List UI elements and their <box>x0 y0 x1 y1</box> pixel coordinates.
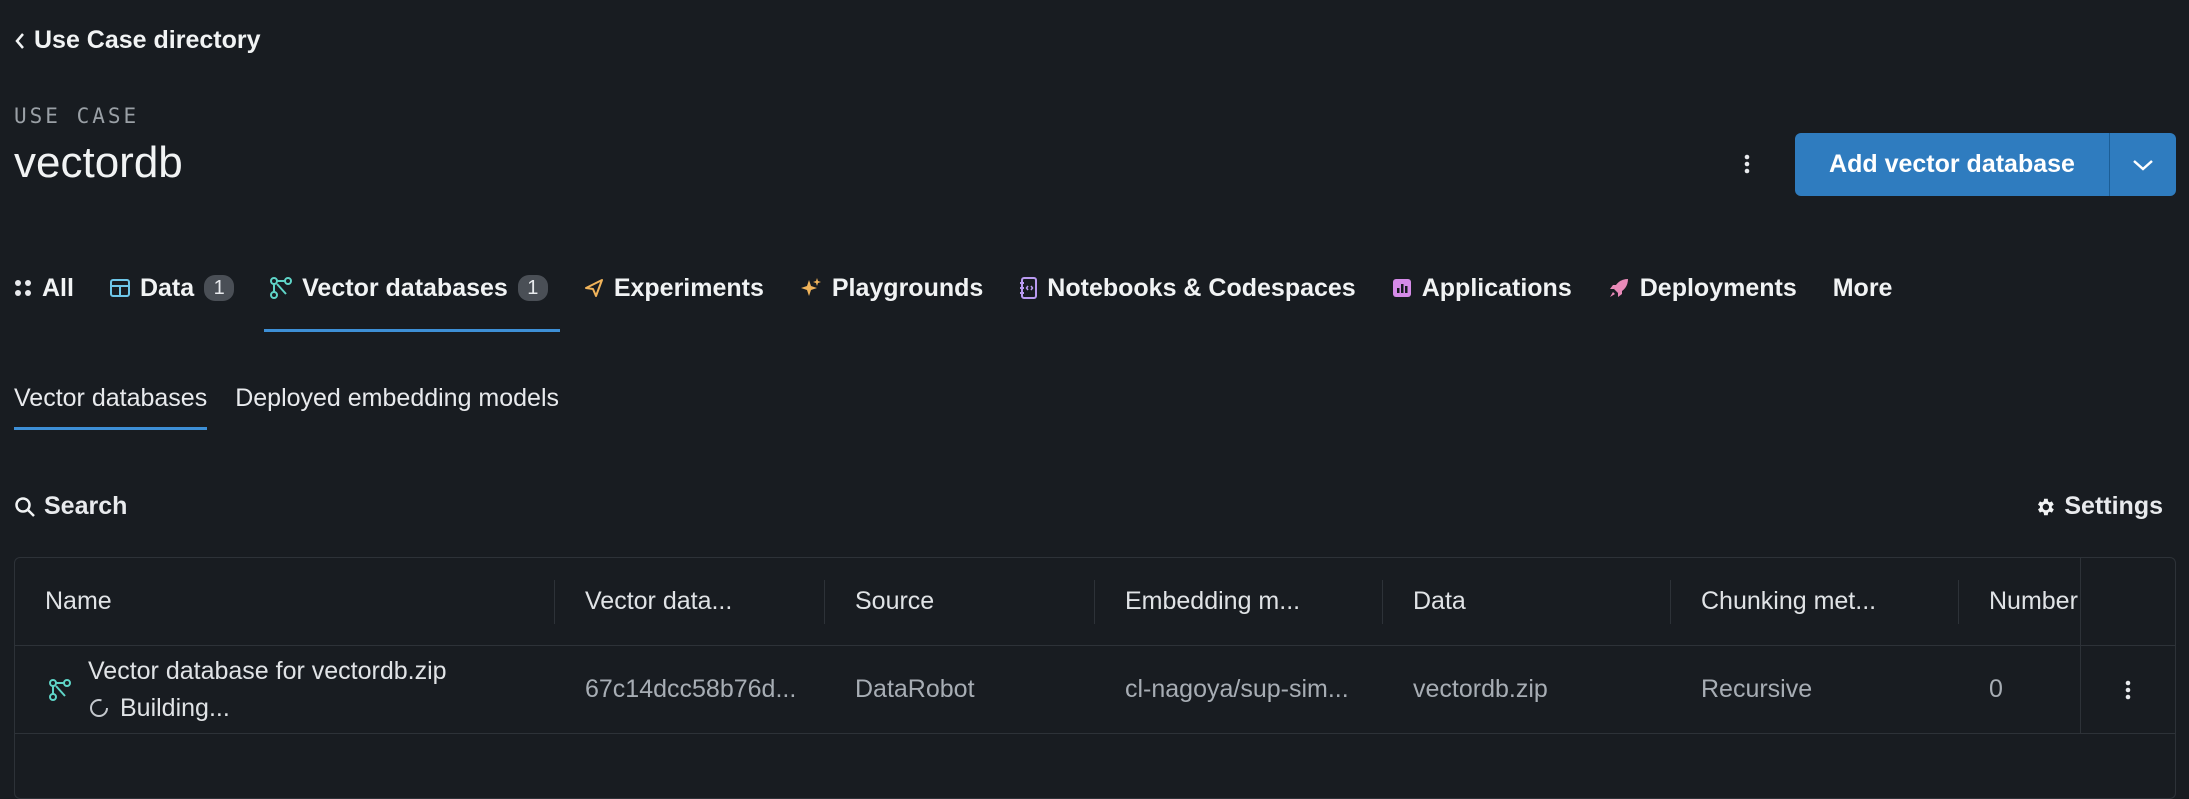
column-header-data[interactable]: Data <box>1413 558 1663 645</box>
more-options-button[interactable] <box>1733 148 1761 180</box>
gear-icon <box>2038 498 2055 515</box>
rocket-icon <box>1609 279 1628 297</box>
column-divider[interactable] <box>824 580 825 624</box>
tab-all[interactable]: All <box>14 264 74 312</box>
chunking-method-cell: Recursive <box>1701 675 1813 703</box>
grid-dots-icon <box>15 280 31 296</box>
tab-label: Notebooks & Codespaces <box>1047 273 1356 302</box>
spinner-icon <box>90 699 108 717</box>
vector-db-icon <box>49 678 71 701</box>
back-link-label: Use Case directory <box>34 26 261 54</box>
vector-db-name[interactable]: Vector database for vectordb.zip <box>88 657 447 686</box>
settings-button[interactable]: Settings <box>2034 492 2163 521</box>
number-cell: 0 <box>1989 675 2003 703</box>
tab-label: Deployments <box>1639 273 1797 302</box>
chevron-left-icon <box>15 32 24 49</box>
tab-notebooks-codespaces[interactable]: Notebooks & Codespaces <box>1019 264 1356 312</box>
column-divider[interactable] <box>1094 580 1095 624</box>
subtab-vector-databases[interactable]: Vector databases <box>14 384 208 430</box>
vector-databases-table: Name Vector data... Source Embedding m..… <box>14 557 2176 799</box>
tab-data[interactable]: Data 1 <box>109 264 235 312</box>
search-label: Search <box>44 492 128 520</box>
search-button[interactable]: Search <box>14 492 127 521</box>
tab-more[interactable]: More <box>1833 264 1893 312</box>
tab-vector-databases[interactable]: Vector databases 1 <box>264 264 560 332</box>
table-row[interactable]: Vector database for vectordb.zip Buildin… <box>15 646 2175 734</box>
notebook-icon <box>1020 277 1038 299</box>
add-options-dropdown-button[interactable] <box>2110 133 2176 196</box>
count-badge: 1 <box>517 275 548 301</box>
column-divider[interactable] <box>554 580 555 624</box>
column-divider[interactable] <box>1958 580 1959 624</box>
subtab-deployed-embedding-models[interactable]: Deployed embedding models <box>235 384 559 430</box>
tab-label: Applications <box>1421 273 1572 302</box>
tab-label: Experiments <box>613 273 764 302</box>
column-header-chunking-method[interactable]: Chunking met... <box>1701 558 1951 645</box>
add-vector-database-split-button: Add vector database <box>1795 133 2176 196</box>
column-divider[interactable] <box>1670 580 1671 624</box>
column-header-embedding-model[interactable]: Embedding m... <box>1125 558 1375 645</box>
tab-label: Vector databases <box>302 273 508 302</box>
column-header-name[interactable]: Name <box>45 558 545 645</box>
use-case-tabs: All Data 1 Vector databases 1 Experiment… <box>14 264 1928 334</box>
sub-tabs: Vector databases Deployed embedding mode… <box>14 384 559 430</box>
tab-experiments[interactable]: Experiments <box>584 264 764 312</box>
status-text: Building... <box>120 693 230 722</box>
back-to-directory-link[interactable]: Use Case directory <box>14 26 261 55</box>
count-badge: 1 <box>204 275 235 301</box>
kebab-icon <box>1744 154 1750 174</box>
column-divider[interactable] <box>1382 580 1383 624</box>
tab-playgrounds[interactable]: Playgrounds <box>800 264 983 312</box>
tab-deployments[interactable]: Deployments <box>1608 264 1797 312</box>
kebab-icon <box>2125 680 2131 699</box>
vector-data-cell: 67c14dcc58b76d... <box>585 675 797 703</box>
settings-label: Settings <box>2064 492 2163 520</box>
tab-applications[interactable]: Applications <box>1392 264 1572 312</box>
table-icon <box>109 279 130 297</box>
name-cell: Vector database for vectordb.zip Buildin… <box>88 646 548 733</box>
actions-column-divider <box>2080 558 2081 733</box>
tab-label: More <box>1832 273 1893 302</box>
chevron-down-icon <box>2133 159 2153 171</box>
data-cell: vectordb.zip <box>1413 675 1548 703</box>
table-header-row: Name Vector data... Source Embedding m..… <box>15 558 2175 646</box>
tab-label: All <box>42 273 74 302</box>
column-header-source[interactable]: Source <box>855 558 1095 645</box>
column-header-number[interactable]: Number <box>1989 558 2079 645</box>
row-actions-button[interactable] <box>2081 646 2175 733</box>
sparkle-icon <box>800 278 821 296</box>
tab-label: Playgrounds <box>831 273 984 302</box>
paper-plane-icon <box>584 279 603 297</box>
vector-db-row-icon-cell <box>49 646 73 733</box>
vector-db-icon <box>270 277 293 299</box>
add-vector-database-button[interactable]: Add vector database <box>1795 133 2109 196</box>
page-title: vectordb <box>14 138 183 187</box>
page-eyebrow: USE CASE <box>14 104 140 128</box>
embedding-model-cell: cl-nagoya/sup-sim... <box>1125 675 1349 703</box>
status-indicator: Building... <box>88 694 230 723</box>
search-icon <box>15 496 35 517</box>
tab-label: Data <box>139 273 195 302</box>
app-chart-icon <box>1392 279 1411 297</box>
source-cell: DataRobot <box>855 675 975 703</box>
column-header-vector-data[interactable]: Vector data... <box>585 558 825 645</box>
